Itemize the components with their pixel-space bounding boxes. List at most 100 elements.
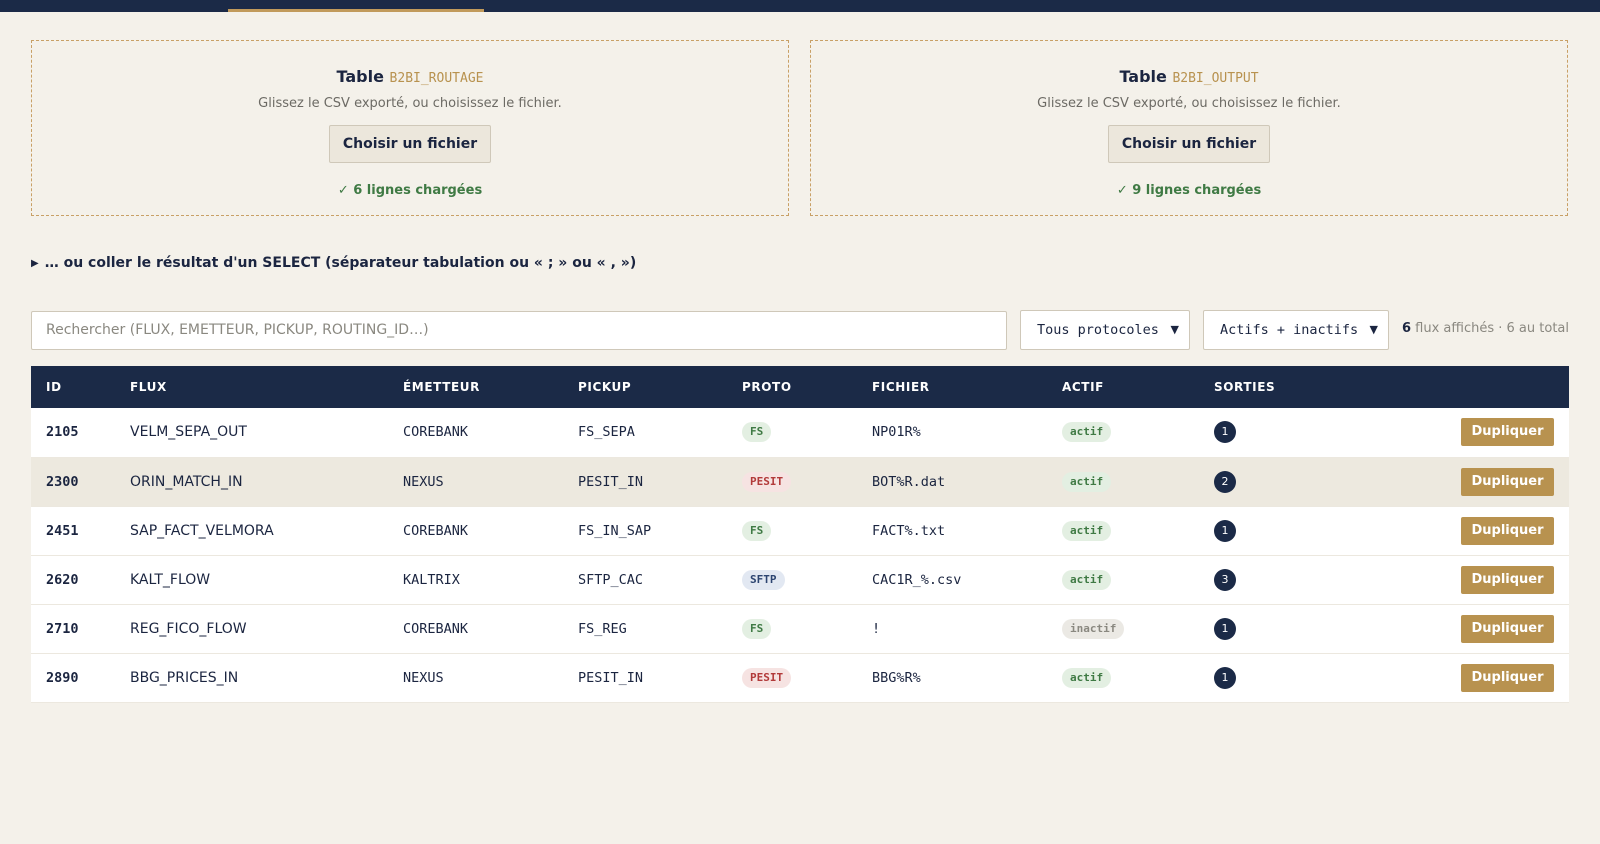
cell-sorties: 2 (1214, 457, 1354, 507)
status-select[interactable]: Actifs + inactifs ▼ (1203, 310, 1389, 350)
dropzone-output[interactable]: Table B2BI_OUTPUT Glissez le CSV exporté… (810, 40, 1568, 216)
cell-action: Dupliquer (1354, 408, 1569, 458)
triangle-right-icon: ▶ (31, 258, 39, 269)
protocol-select[interactable]: Tous protocoles ▼ (1020, 310, 1190, 350)
cell-sorties: 1 (1214, 653, 1354, 703)
cell-actif: actif (1062, 555, 1214, 605)
table-row[interactable]: 2105 VELM_SEPA_OUT COREBANK FS_SEPA FS N… (31, 408, 1569, 458)
proto-badge: FS (742, 520, 772, 541)
cell-flux: VELM_SEPA_OUT (130, 408, 403, 458)
proto-badge: PESIT (742, 667, 792, 688)
table-row[interactable]: 2710 REG_FICO_FLOW COREBANK FS_REG FS ! … (31, 604, 1569, 654)
outputs-count-badge: 1 (1214, 617, 1236, 640)
dropzone-title: Table B2BI_OUTPUT (1119, 67, 1259, 86)
cell-action: Dupliquer (1354, 604, 1569, 654)
cell-id: 2890 (31, 653, 130, 703)
proto-badge: FS (742, 618, 772, 639)
cell-action: Dupliquer (1354, 555, 1569, 605)
duplicate-button[interactable]: Dupliquer (1461, 516, 1554, 545)
status-badge: actif (1062, 471, 1112, 492)
table-row[interactable]: 2620 KALT_FLOW KALTRIX SFTP_CAC SFTP CAC… (31, 555, 1569, 605)
cell-flux: SAP_FACT_VELMORA (130, 506, 403, 556)
proto-badge: PESIT (742, 471, 792, 492)
status-badge: actif (1062, 422, 1112, 443)
duplicate-button[interactable]: Dupliquer (1461, 663, 1554, 692)
cell-sorties: 1 (1214, 408, 1354, 458)
status-badge: actif (1062, 520, 1112, 541)
top-navigation-bar (0, 0, 1600, 12)
cell-emetteur: NEXUS (403, 457, 578, 507)
table-row[interactable]: 2890 BBG_PRICES_IN NEXUS PESIT_IN PESIT … (31, 653, 1569, 703)
paste-select-toggle[interactable]: ▶ … ou coller le résultat d'un SELECT (sé… (31, 255, 636, 271)
paste-select-label: … ou coller le résultat d'un SELECT (sép… (44, 255, 637, 271)
table-row[interactable]: 2451 SAP_FACT_VELMORA COREBANK FS_IN_SAP… (31, 506, 1569, 556)
chevron-down-icon: ▼ (1170, 323, 1179, 336)
cell-actif: actif (1062, 408, 1214, 458)
cell-actif: actif (1062, 457, 1214, 507)
cell-proto: SFTP (742, 555, 872, 605)
col-header-emetteur[interactable]: ÉMETTEUR (403, 366, 578, 408)
col-header-fichier[interactable]: FICHIER (872, 366, 1062, 408)
cell-emetteur: KALTRIX (403, 555, 578, 605)
table-row[interactable]: 2300 ORIN_MATCH_IN NEXUS PESIT_IN PESIT … (31, 457, 1569, 507)
cell-sorties: 1 (1214, 506, 1354, 556)
flux-count: 6 flux affichés · 6 au total (1402, 321, 1569, 336)
cell-flux: BBG_PRICES_IN (130, 653, 403, 703)
cell-proto: PESIT (742, 457, 872, 507)
cell-fichier: NP01R% (872, 408, 1062, 458)
cell-flux: ORIN_MATCH_IN (130, 457, 403, 507)
outputs-count-badge: 3 (1214, 568, 1236, 591)
cell-emetteur: NEXUS (403, 653, 578, 703)
col-header-proto[interactable]: PROTO (742, 366, 872, 408)
outputs-count-badge: 1 (1214, 666, 1236, 689)
table-name: B2BI_OUTPUT (1172, 71, 1259, 86)
col-header-flux[interactable]: FLUX (130, 366, 403, 408)
cell-proto: FS (742, 408, 872, 458)
cell-pickup: FS_REG (578, 604, 742, 654)
search-input[interactable]: Rechercher (FLUX, EMETTEUR, PICKUP, ROUT… (31, 311, 1007, 350)
duplicate-button[interactable]: Dupliquer (1461, 614, 1554, 643)
status-badge: inactif (1062, 618, 1125, 639)
col-header-sorties[interactable]: SORTIES (1214, 366, 1354, 408)
duplicate-button[interactable]: Dupliquer (1461, 467, 1554, 496)
duplicate-button[interactable]: Dupliquer (1461, 565, 1554, 594)
cell-flux: KALT_FLOW (130, 555, 403, 605)
cell-fichier: ! (872, 604, 1062, 654)
col-header-id[interactable]: ID (31, 366, 130, 408)
status-badge: actif (1062, 667, 1112, 688)
duplicate-button[interactable]: Dupliquer (1461, 418, 1554, 447)
cell-fichier: FACT%.txt (872, 506, 1062, 556)
choose-file-button[interactable]: Choisir un fichier (1108, 125, 1270, 163)
load-status: ✓ 9 lignes chargées (1116, 183, 1262, 198)
choose-file-button[interactable]: Choisir un fichier (329, 125, 491, 163)
cell-emetteur: COREBANK (403, 506, 578, 556)
cell-action: Dupliquer (1354, 457, 1569, 507)
col-header-actif[interactable]: ACTIF (1062, 366, 1214, 408)
col-header-action (1354, 366, 1569, 408)
cell-proto: PESIT (742, 653, 872, 703)
cell-action: Dupliquer (1354, 506, 1569, 556)
cell-proto: FS (742, 506, 872, 556)
load-status: ✓ 6 lignes chargées (337, 183, 483, 198)
dropzone-hint: Glissez le CSV exporté, ou choisissez le… (1037, 96, 1341, 111)
dropzone-routage[interactable]: Table B2BI_ROUTAGE Glissez le CSV export… (31, 40, 789, 216)
cell-pickup: FS_SEPA (578, 408, 742, 458)
cell-id: 2620 (31, 555, 130, 605)
cell-action: Dupliquer (1354, 653, 1569, 703)
col-header-pickup[interactable]: PICKUP (578, 366, 742, 408)
cell-id: 2451 (31, 506, 130, 556)
cell-fichier: BOT%R.dat (872, 457, 1062, 507)
flux-table: ID FLUX ÉMETTEUR PICKUP PROTO FICHIER AC… (31, 366, 1569, 703)
cell-pickup: PESIT_IN (578, 653, 742, 703)
table-name: B2BI_ROUTAGE (389, 71, 484, 86)
cell-flux: REG_FICO_FLOW (130, 604, 403, 654)
cell-id: 2300 (31, 457, 130, 507)
cell-proto: FS (742, 604, 872, 654)
cell-emetteur: COREBANK (403, 604, 578, 654)
cell-actif: actif (1062, 506, 1214, 556)
cell-id: 2710 (31, 604, 130, 654)
cell-pickup: SFTP_CAC (578, 555, 742, 605)
status-badge: actif (1062, 569, 1112, 590)
cell-fichier: CAC1R_%.csv (872, 555, 1062, 605)
cell-sorties: 1 (1214, 604, 1354, 654)
